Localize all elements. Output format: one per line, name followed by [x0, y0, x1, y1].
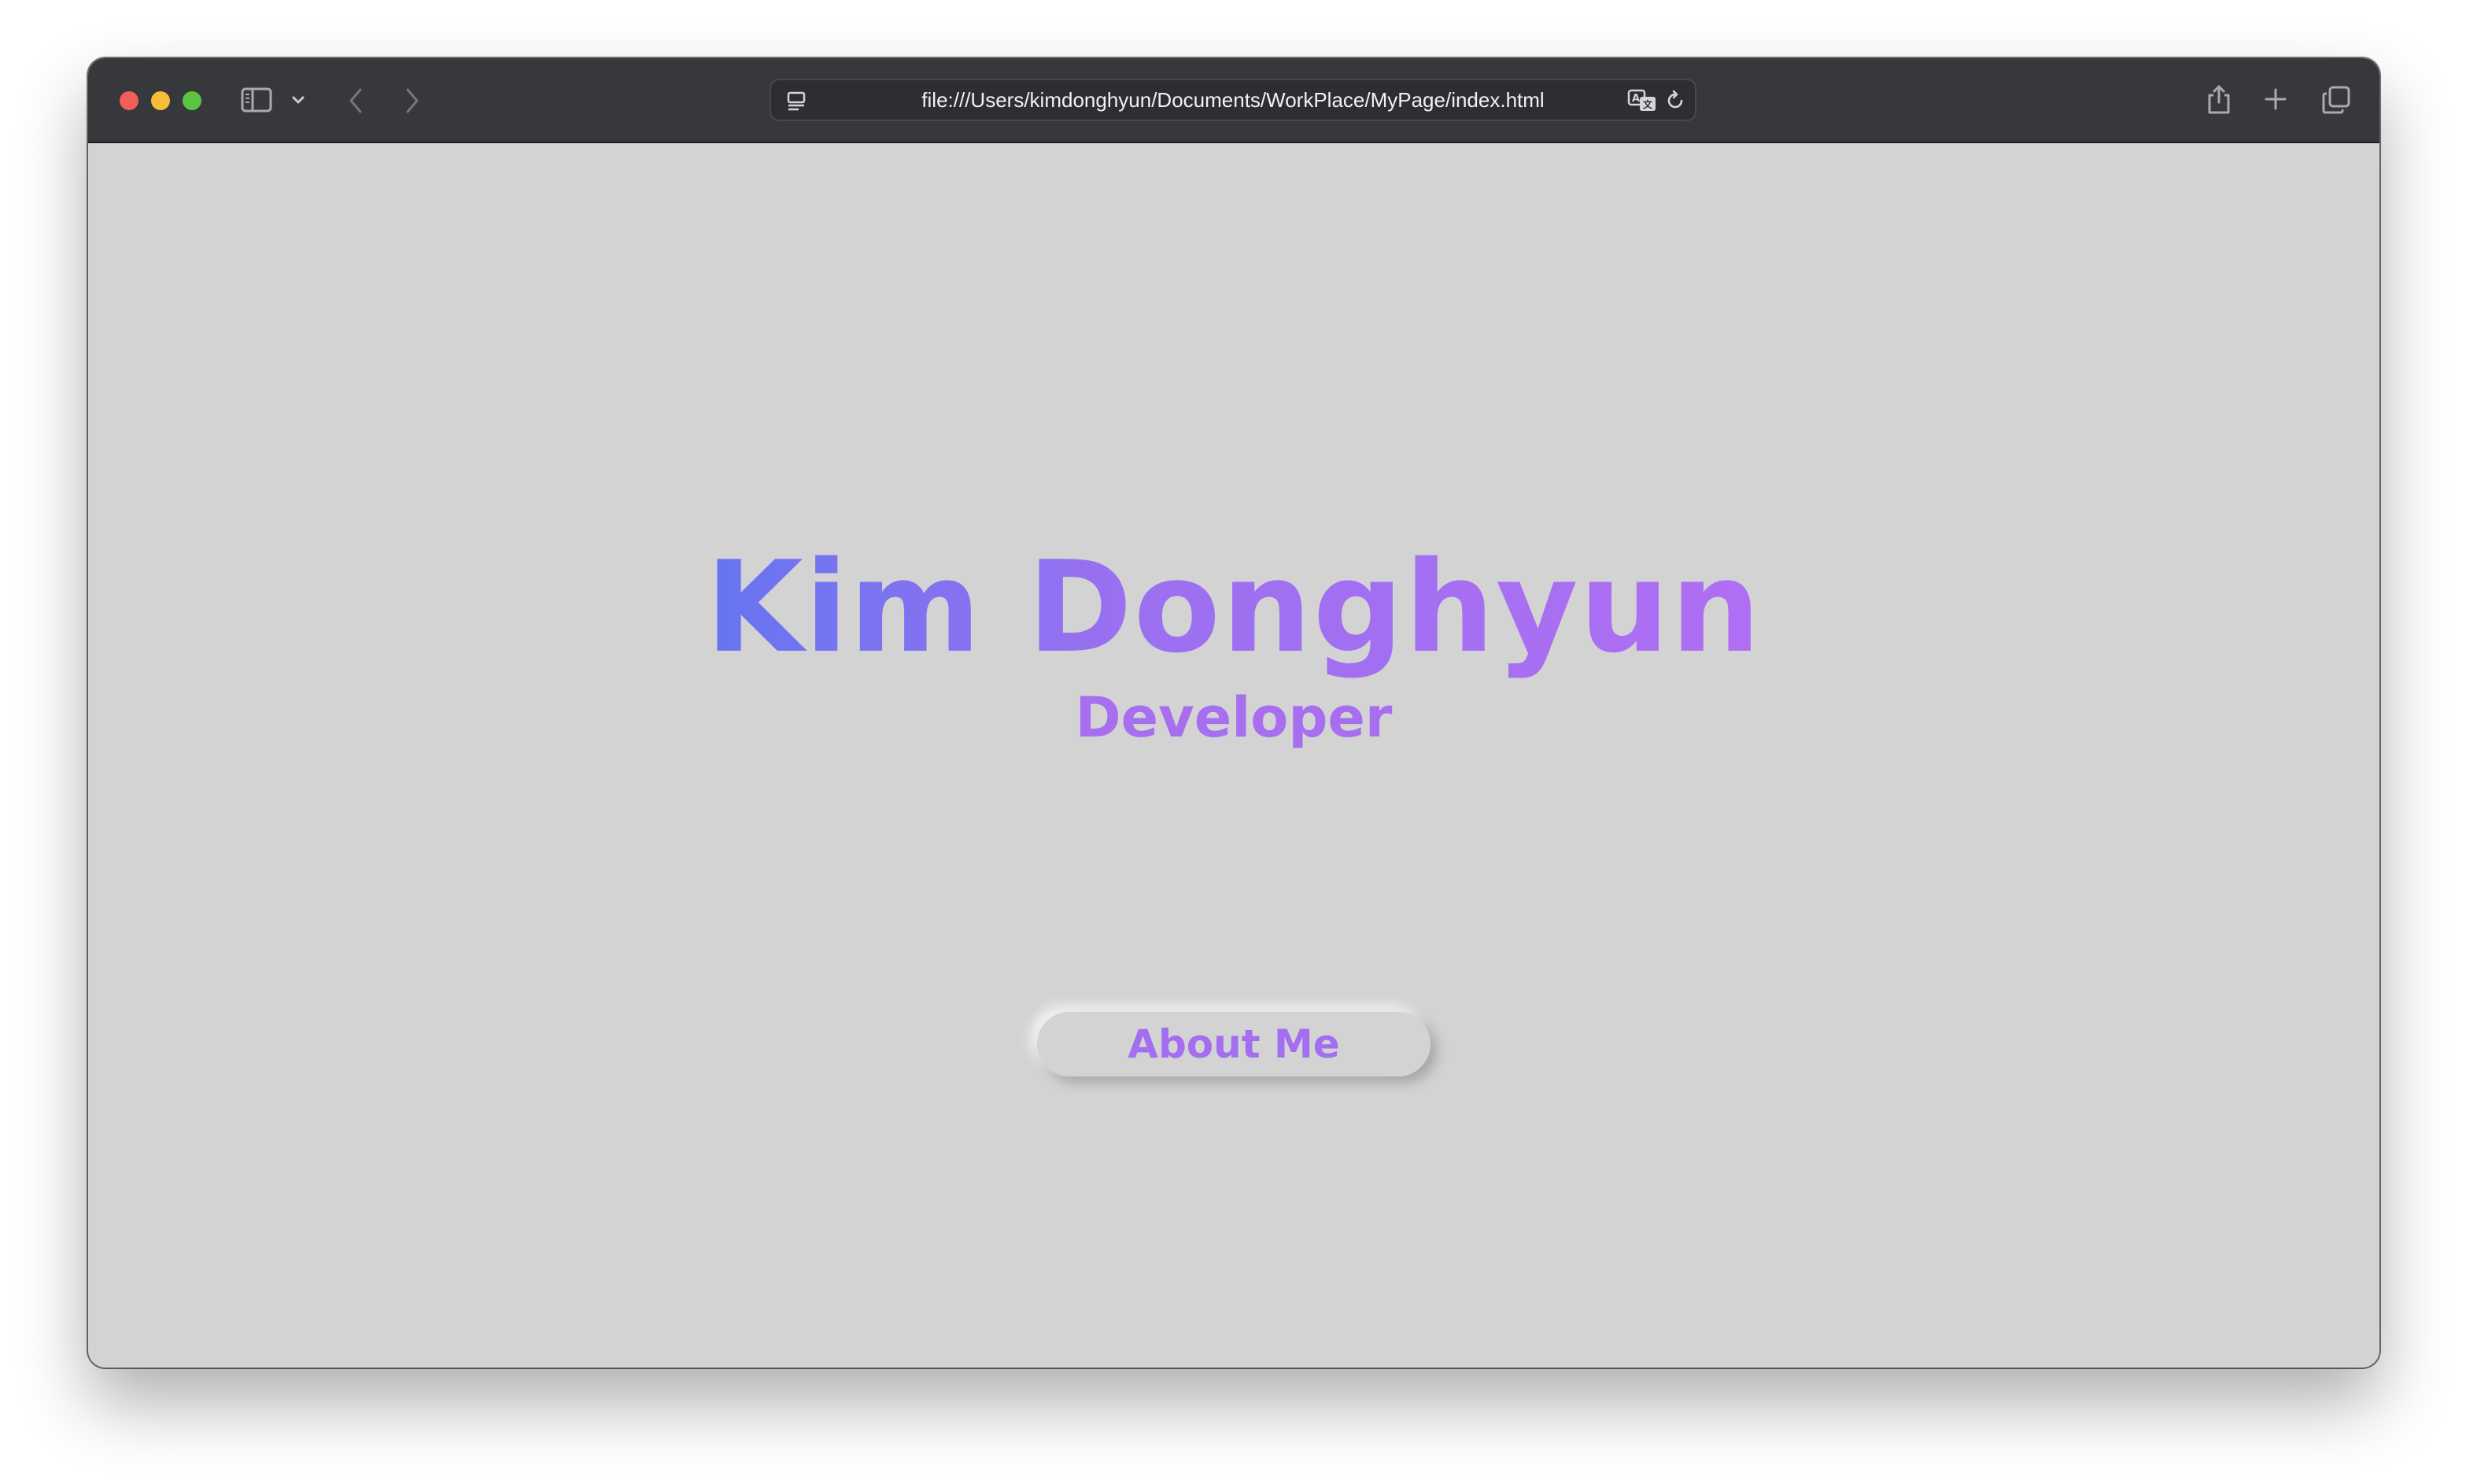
- browser-window: file:///Users/kimdonghyun/Documents/Work…: [88, 58, 2379, 1368]
- hero-role: Developer: [1075, 685, 1393, 750]
- page-settings-icon[interactable]: [785, 90, 807, 112]
- plus-icon[interactable]: [2260, 83, 2291, 115]
- minimize-window-button[interactable]: [151, 91, 170, 110]
- about-me-button[interactable]: About Me: [1037, 1012, 1431, 1076]
- share-icon[interactable]: [2202, 82, 2236, 116]
- hero-name: Kim Donghyun: [88, 537, 2379, 678]
- address-bar[interactable]: file:///Users/kimdonghyun/Documents/Work…: [770, 79, 1696, 121]
- maximize-window-button[interactable]: [183, 91, 201, 110]
- forward-arrow-icon[interactable]: [397, 85, 428, 116]
- chevron-down-icon[interactable]: [288, 90, 308, 110]
- translate-icon[interactable]: A 文: [1627, 88, 1657, 113]
- svg-text:文: 文: [1643, 98, 1653, 110]
- tab-overview-icon[interactable]: [2320, 83, 2353, 116]
- back-arrow-icon[interactable]: [340, 85, 371, 116]
- sidebar-icon[interactable]: [239, 87, 274, 113]
- url-text[interactable]: file:///Users/kimdonghyun/Documents/Work…: [889, 80, 1577, 120]
- browser-toolbar: file:///Users/kimdonghyun/Documents/Work…: [88, 58, 2379, 143]
- hero-name-text: Kim Donghyun: [705, 533, 1763, 681]
- reload-icon[interactable]: [1663, 89, 1687, 113]
- page-content: Kim Donghyun Developer About Me: [88, 143, 2379, 1368]
- svg-text:A: A: [1632, 93, 1640, 105]
- close-window-button[interactable]: [120, 91, 138, 110]
